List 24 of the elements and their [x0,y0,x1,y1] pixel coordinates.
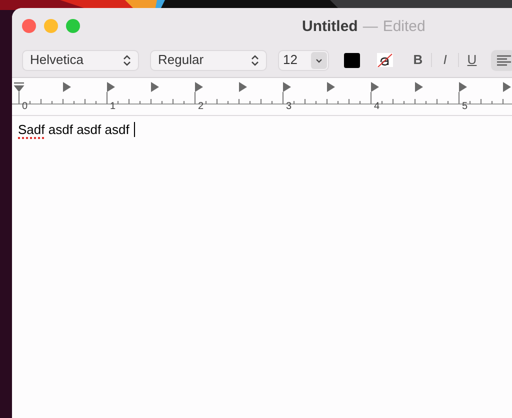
ruler-number: 3 [286,100,292,114]
typeface-style-popup[interactable]: Regular [150,50,267,71]
window-title: Untitled [302,17,358,37]
chevron-down-icon[interactable] [311,52,327,69]
align-left-button[interactable] [491,50,512,71]
text-style-button[interactable]: B [413,50,423,70]
up-down-chevron-icon [123,54,131,66]
ruler-number: 1 [110,100,116,114]
ruler-number: 0 [22,100,28,114]
ruler-number: 5 [462,100,468,114]
edited-status: Edited [382,17,426,37]
document-text: Sadf asdf asdf asdf [18,121,130,139]
ruler-number: 2 [198,100,204,114]
text-caret [134,122,136,138]
text-style-button[interactable]: I [440,50,450,70]
title-separator: — [362,17,378,37]
text-color-well[interactable] [344,52,360,68]
up-down-chevron-icon [251,54,259,66]
font-size-combo[interactable]: 12 [278,50,329,71]
ruler-number: 4 [374,100,380,114]
no-background-color-icon[interactable] [377,53,393,68]
align-left-icon [497,54,511,66]
text-style-button[interactable]: U [467,50,477,70]
font-popup[interactable]: Helvetica [22,50,139,71]
